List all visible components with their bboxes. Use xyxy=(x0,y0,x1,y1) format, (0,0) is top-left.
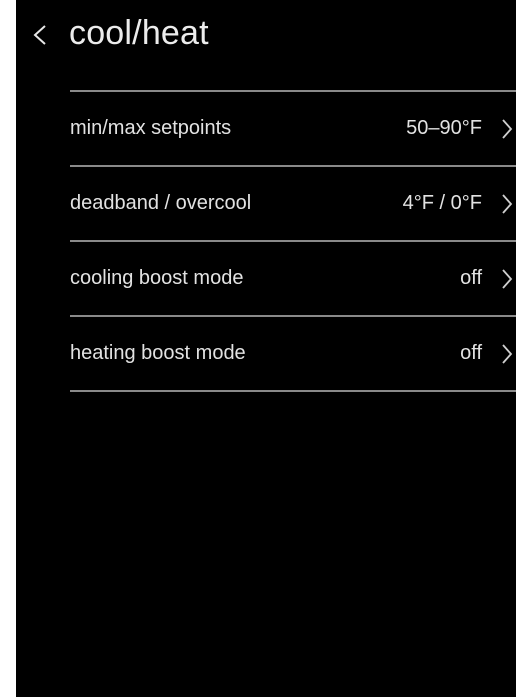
setting-row-deadband-overcool[interactable]: deadband / overcool 4°F / 0°F xyxy=(70,167,516,240)
setting-label: min/max setpoints xyxy=(70,117,232,139)
header: cool/heat xyxy=(16,0,516,70)
setting-label: cooling boost mode xyxy=(70,267,244,289)
setting-row-min-max-setpoints[interactable]: min/max setpoints 50–90°F xyxy=(70,92,516,165)
settings-list: min/max setpoints 50–90°F deadband / ove… xyxy=(70,90,516,392)
chevron-right-icon xyxy=(500,267,514,291)
setting-value: 4°F / 0°F xyxy=(402,192,482,214)
setting-value: off xyxy=(460,267,482,289)
page-title: cool/heat xyxy=(69,14,209,52)
setting-value: off xyxy=(460,342,482,364)
chevron-right-icon xyxy=(500,192,514,216)
thermostat-screen: cool/heat min/max setpoints 50–90°F dead… xyxy=(16,0,516,697)
divider xyxy=(70,390,516,392)
back-button[interactable] xyxy=(30,18,52,52)
chevron-right-icon xyxy=(500,342,514,366)
setting-label: heating boost mode xyxy=(70,342,246,364)
setting-value: 50–90°F xyxy=(406,117,482,139)
chevron-left-icon xyxy=(33,25,46,45)
chevron-right-icon xyxy=(500,117,514,141)
setting-row-cooling-boost-mode[interactable]: cooling boost mode off xyxy=(70,242,516,315)
setting-label: deadband / overcool xyxy=(70,192,252,214)
setting-row-heating-boost-mode[interactable]: heating boost mode off xyxy=(70,317,516,390)
